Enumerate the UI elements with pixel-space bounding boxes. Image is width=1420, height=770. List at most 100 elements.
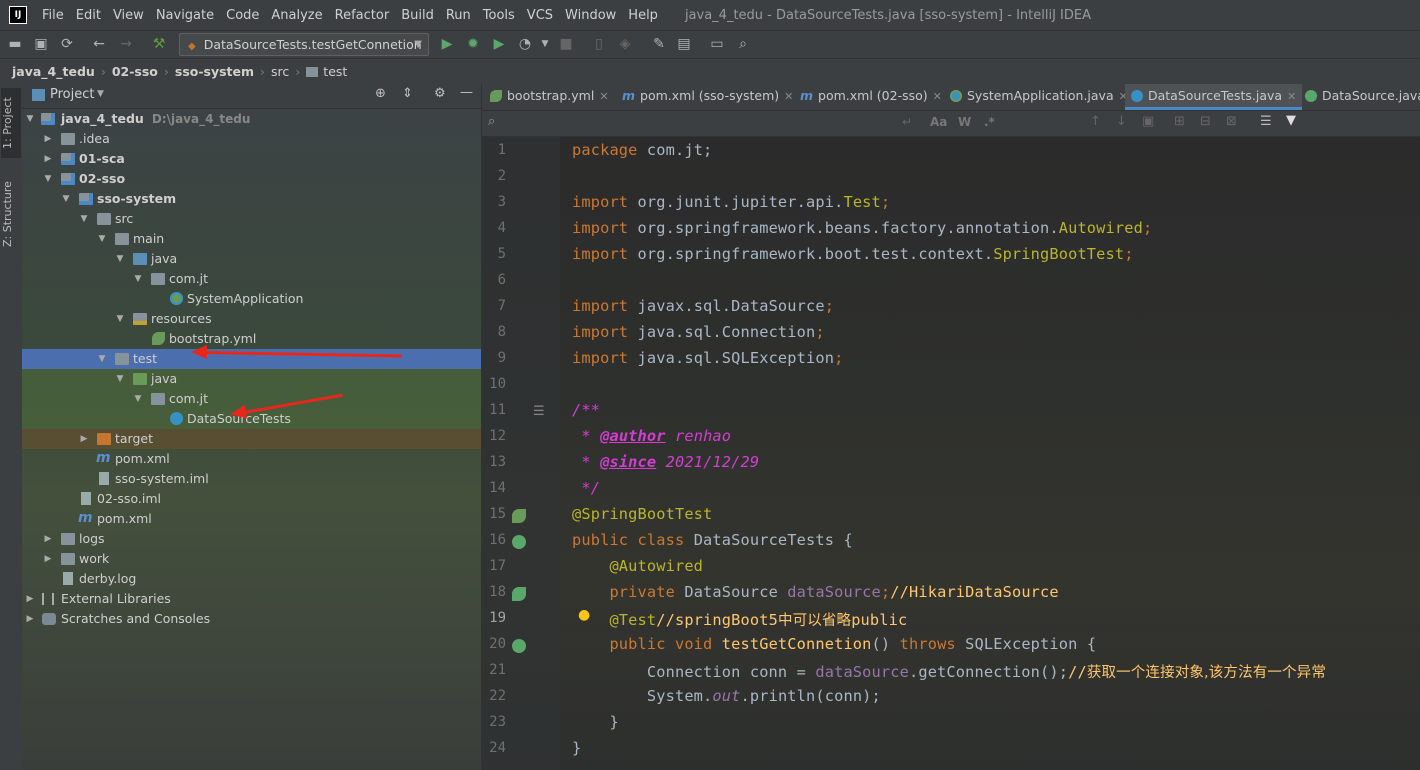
tree-row[interactable]: ▶ External Libraries (22, 589, 481, 609)
expand-arrow-icon[interactable]: ▼ (114, 309, 126, 329)
collapse-arrow-icon[interactable]: ▶ (78, 429, 90, 449)
menu-help[interactable]: Help (623, 8, 665, 23)
menu-run[interactable]: Run (441, 8, 478, 23)
tree-row[interactable]: ▶ target (22, 429, 481, 449)
chevron-down-icon[interactable]: ▼ (97, 89, 104, 99)
tree-row[interactable]: 02-sso.iml (22, 489, 481, 509)
profile-icon[interactable]: ◔ (516, 35, 534, 53)
filter-options-icon[interactable]: ☰ (1260, 114, 1272, 129)
tree-row[interactable]: ▶ logs (22, 529, 481, 549)
tree-row[interactable]: m pom.xml (22, 509, 481, 529)
expand-arrow-icon[interactable]: ▼ (96, 229, 108, 249)
search-icon[interactable]: ⌕ (734, 35, 752, 53)
expand-arrow-icon[interactable]: ▼ (24, 109, 36, 129)
expand-arrow-icon[interactable]: ▼ (78, 209, 90, 229)
attach-icon[interactable]: ▯ (590, 35, 608, 53)
editor-tab[interactable]: m pom.xml (sso-system) ✕ (622, 84, 793, 110)
words-toggle[interactable]: W (958, 115, 971, 129)
editor-tab[interactable]: m pom.xml (02-sso) ✕ (800, 84, 942, 110)
menu-analyze[interactable]: Analyze (266, 8, 329, 23)
add-selection-icon[interactable]: ⊞ (1174, 114, 1185, 129)
regex-toggle[interactable]: .* (984, 115, 995, 129)
menu-vcs[interactable]: VCS (522, 8, 560, 23)
locate-target-icon[interactable]: ⊕ (375, 86, 386, 101)
tab-structure[interactable]: Z: Structure (1, 174, 21, 254)
menu-build[interactable]: Build (396, 8, 441, 23)
newline-icon[interactable]: ↵ (902, 115, 912, 129)
sync-icon[interactable]: ⟳ (58, 35, 76, 53)
tree-row[interactable]: derby.log (22, 569, 481, 589)
editor-tab[interactable]: DataSource.java (1305, 84, 1420, 110)
tree-row[interactable]: sso-system.iml (22, 469, 481, 489)
collapse-arrow-icon[interactable]: ▶ (42, 129, 54, 149)
profile-dropdown-icon[interactable]: ▼ (536, 35, 554, 53)
breadcrumb-item[interactable]: test (323, 64, 347, 79)
spring-bean-icon[interactable] (512, 509, 526, 523)
expand-arrow-icon[interactable]: ▼ (42, 169, 54, 189)
collapse-arrow-icon[interactable]: ▶ (24, 609, 36, 629)
tree-row[interactable]: ▼ src (22, 209, 481, 229)
run-test-class-icon[interactable] (512, 535, 526, 549)
run-config-select[interactable]: ◆ DataSourceTests.testGetConnetion ▼ (179, 33, 429, 56)
select-all-occurrences-icon[interactable]: ⊠ (1226, 114, 1237, 129)
next-occurrence-icon[interactable]: ↓ (1116, 114, 1127, 129)
tree-row[interactable]: ▼ java (22, 369, 481, 389)
editor-tab[interactable]: SystemApplication.java ✕ (950, 84, 1128, 110)
minimize-icon[interactable]: — (460, 85, 473, 100)
run-test-method-icon[interactable] (512, 639, 526, 653)
tab-project[interactable]: 1: Project (1, 88, 21, 158)
previous-occurrence-icon[interactable]: ↑ (1090, 114, 1101, 129)
stop-icon[interactable]: ■ (557, 35, 575, 53)
doc-render-icon[interactable]: ☰ (533, 404, 545, 419)
menu-window[interactable]: Window (560, 8, 623, 23)
editor-tab-active[interactable]: DataSourceTests.java ✕ (1125, 84, 1303, 110)
menu-navigate[interactable]: Navigate (151, 8, 221, 23)
close-icon[interactable]: ✕ (933, 90, 942, 103)
forward-icon[interactable]: → (117, 35, 135, 53)
tree-row[interactable]: ▼ main (22, 229, 481, 249)
terminal-icon[interactable]: ▭ (708, 35, 726, 53)
tree-row[interactable]: ▶ 01-sca (22, 149, 481, 169)
menu-view[interactable]: View (108, 8, 151, 23)
filter-funnel-icon[interactable]: ▼ (1286, 113, 1296, 128)
menu-tools[interactable]: Tools (478, 8, 522, 23)
tree-row[interactable]: ▶ Scratches and Consoles (22, 609, 481, 629)
collapse-arrow-icon[interactable]: ▶ (42, 149, 54, 169)
settings-wrench-icon[interactable]: ✎ (650, 35, 668, 53)
close-icon[interactable]: ✕ (1287, 90, 1296, 103)
breadcrumb-item[interactable]: java_4_tedu (12, 64, 95, 79)
tree-row[interactable]: ▶ work (22, 549, 481, 569)
expand-arrow-icon[interactable]: ▼ (132, 389, 144, 409)
match-case-toggle[interactable]: Aa (930, 115, 947, 129)
tree-row[interactable]: m pom.xml (22, 449, 481, 469)
project-view-title[interactable]: Project (50, 87, 94, 102)
menu-edit[interactable]: Edit (71, 8, 108, 23)
open-folder-icon[interactable]: ▬ (6, 35, 24, 53)
tree-row[interactable]: SystemApplication (22, 289, 481, 309)
coverage-report-icon[interactable]: ◈ (616, 35, 634, 53)
coverage-icon[interactable]: ▶ (490, 35, 508, 53)
breadcrumb-item[interactable]: 02-sso (112, 64, 158, 79)
tree-row[interactable]: bootstrap.yml (22, 329, 481, 349)
select-all-icon[interactable]: ▣ (1142, 114, 1154, 129)
tree-row[interactable]: ▼ java (22, 249, 481, 269)
expand-arrow-icon[interactable]: ▼ (132, 269, 144, 289)
expand-arrow-icon[interactable]: ▼ (96, 349, 108, 369)
tree-row[interactable]: ▼ java_4_tedu D:\java_4_tedu (22, 109, 481, 129)
remove-selection-icon[interactable]: ⊟ (1200, 114, 1211, 129)
tree-row[interactable]: ▼ com.jt (22, 269, 481, 289)
tree-row[interactable]: ▶ .idea (22, 129, 481, 149)
collapse-arrow-icon[interactable]: ▶ (42, 529, 54, 549)
build-hammer-icon[interactable]: ⚒ (150, 35, 168, 53)
expand-arrow-icon[interactable]: ▼ (60, 189, 72, 209)
menu-refactor[interactable]: Refactor (330, 8, 397, 23)
gear-icon[interactable]: ⚙ (434, 86, 446, 101)
close-icon[interactable]: ✕ (784, 90, 793, 103)
run-icon[interactable]: ▶ (438, 35, 456, 53)
autowire-navigate-icon[interactable] (512, 587, 526, 601)
breadcrumb-item[interactable]: src (271, 64, 289, 79)
tree-row[interactable]: ▼ 02-sso (22, 169, 481, 189)
search-input[interactable] (510, 113, 1000, 133)
project-structure-icon[interactable]: ▤ (675, 35, 693, 53)
menu-file[interactable]: File (37, 8, 71, 23)
